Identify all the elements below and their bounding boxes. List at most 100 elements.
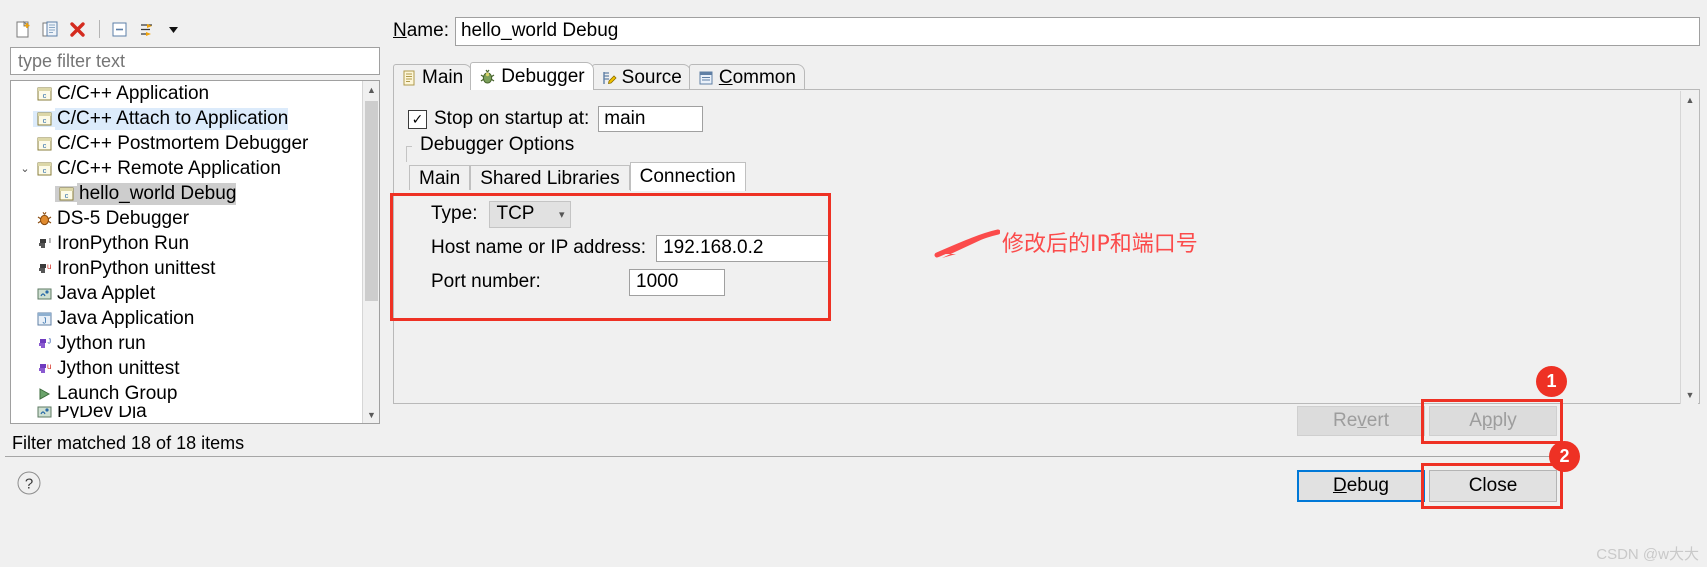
stop-on-startup-input[interactable]: main — [598, 106, 704, 132]
tree-item-ironpython-run[interactable]: I IronPython Run — [11, 231, 363, 256]
annotation-arrow-icon — [934, 229, 1000, 258]
revert-button[interactable]: Revert — [1297, 406, 1425, 436]
tab-main-label: Main — [422, 66, 464, 88]
configuration-name-row: Name: hello_world Debug — [393, 14, 1700, 48]
java-applet-icon — [33, 286, 55, 302]
java-application-icon: J — [33, 311, 55, 327]
inner-tab-main[interactable]: Main — [409, 165, 471, 191]
tree-item-label: C/C++ Attach to Application — [55, 107, 289, 130]
tab-common[interactable]: Common — [688, 64, 805, 90]
svg-text:J: J — [47, 338, 51, 345]
chevron-down-icon: ▾ — [558, 208, 565, 221]
help-icon[interactable]: ? — [16, 470, 42, 496]
python-unittest-icon: u — [33, 261, 55, 277]
tree-item-hello-world-debug[interactable]: c hello_world Debug — [11, 181, 363, 206]
inner-tab-main-label: Main — [419, 167, 461, 189]
svg-text:c: c — [42, 116, 46, 125]
view-menu-chevron-down-icon[interactable] — [161, 17, 185, 41]
tree-item-label: Jython unittest — [57, 357, 180, 379]
debug-button-label: Debug — [1332, 475, 1389, 496]
group-border-vertical — [406, 146, 407, 162]
connection-type-label: Type: — [431, 203, 478, 224]
launch-config-toolbar — [5, 14, 386, 44]
stop-on-startup-label: Stop on startup at: — [434, 108, 590, 129]
debugger-options-group: Debugger Options Main Shared Libraries C… — [406, 134, 1676, 376]
tree-item-label: C/C++ Postmortem Debugger — [57, 132, 309, 154]
filter-text-field[interactable] — [10, 47, 380, 75]
scroll-up-arrow-icon[interactable]: ▲ — [363, 81, 379, 98]
tree-item-c-c-attach-to-application[interactable]: c C/C++ Attach to Application — [11, 106, 363, 131]
svg-text:c: c — [42, 141, 46, 150]
collapse-all-icon[interactable] — [107, 17, 131, 41]
filter-launch-configurations-icon[interactable] — [134, 17, 158, 41]
c-launch-icon: c — [55, 185, 77, 202]
tree-item-ds-5-debugger[interactable]: DS-5 Debugger — [11, 206, 363, 231]
tree-vertical-scrollbar[interactable]: ▲ ▼ — [362, 81, 379, 423]
tree-item-c-c-remote-application[interactable]: ⌄ c C/C++ Remote Application — [11, 156, 363, 181]
tree-item-label: C/C++ Remote Application — [57, 157, 281, 179]
host-input[interactable]: 192.168.0.2 — [656, 234, 832, 262]
tab-source[interactable]: Source — [591, 64, 691, 90]
port-input[interactable]: 1000 — [629, 268, 725, 296]
connection-host-row: Host name or IP address: 192.168.0.2 — [431, 234, 832, 262]
tab-common-label: Common — [718, 66, 796, 88]
scrollbar-thumb[interactable] — [365, 101, 378, 301]
stop-on-startup-checkbox[interactable]: ✓ — [408, 109, 427, 129]
tree-item-launch-group[interactable]: Launch Group — [11, 381, 363, 406]
tree-item-label: hello_world Debug — [77, 182, 237, 205]
page-scroll-up-arrow-icon[interactable]: ▲ — [1681, 91, 1699, 109]
duplicate-launch-configuration-icon[interactable] — [38, 17, 62, 41]
inner-tab-connection[interactable]: Connection — [629, 162, 746, 191]
inner-tab-shared-libraries-label: Shared Libraries — [480, 167, 620, 189]
connection-form: Type: TCP ▾ Host name or IP address: 192… — [409, 190, 839, 308]
tree-item-label: Java Applet — [57, 282, 156, 304]
svg-text:c: c — [42, 91, 46, 100]
tree-item-partial[interactable]: PyDev Dja — [11, 406, 363, 418]
tree-item-jython-unittest[interactable]: u Jython unittest — [11, 356, 363, 381]
tree-item-java-application[interactable]: J Java Application — [11, 306, 363, 331]
tree-item-label: Launch Group — [57, 382, 178, 404]
dialog-separator — [5, 456, 1553, 457]
pydev-icon — [33, 406, 55, 418]
launch-group-icon — [33, 386, 55, 402]
tree-item-jython-run[interactable]: J Jython run — [11, 331, 363, 356]
inner-tab-connection-label: Connection — [639, 166, 736, 187]
launch-configurations-tree[interactable]: c C/C++ Application c C/C++ Attach to Appli… — [10, 80, 380, 424]
ds5-icon — [33, 211, 55, 227]
inner-tab-shared-libraries[interactable]: Shared Libraries — [470, 165, 630, 191]
connection-type-value: TCP — [496, 203, 535, 224]
name-input[interactable]: hello_world Debug — [454, 16, 1700, 46]
apply-highlight-box — [1421, 399, 1563, 444]
scroll-down-arrow-icon[interactable]: ▼ — [363, 406, 379, 423]
connection-type-row: Type: TCP ▾ — [431, 200, 572, 228]
svg-text:c: c — [42, 166, 46, 175]
tree-item-java-applet[interactable]: Java Applet — [11, 281, 363, 306]
tree-item-ironpython-unittest[interactable]: u IronPython unittest — [11, 256, 363, 281]
name-label: Name: — [393, 20, 449, 41]
expand-chevron-icon[interactable]: ⌄ — [17, 162, 33, 175]
tree-item-label: PyDev Dja — [57, 406, 147, 418]
filter-status-label: Filter matched 18 of 18 items — [12, 433, 245, 453]
connection-type-select[interactable]: TCP ▾ — [489, 200, 572, 228]
search-input[interactable] — [11, 48, 379, 74]
page-vertical-scrollbar[interactable]: ▲ ▼ — [1680, 91, 1698, 404]
tab-source-label: Source — [621, 66, 682, 88]
new-launch-configuration-icon[interactable] — [11, 17, 35, 41]
jython-run-icon: J — [33, 336, 55, 352]
tab-debugger[interactable]: Debugger — [470, 62, 594, 90]
svg-text:u: u — [47, 262, 51, 271]
toolbar-separator — [99, 20, 100, 38]
close-highlight-box — [1421, 463, 1563, 509]
tree-item-c-c-application[interactable]: c C/C++ Application — [11, 81, 363, 106]
tree-item-c-c-postmortem-debugger[interactable]: c C/C++ Postmortem Debugger — [11, 131, 363, 156]
host-label: Host name or IP address: — [431, 237, 647, 258]
tree-item-label: Jython run — [57, 332, 146, 354]
tree-item-label: C/C++ Application — [57, 82, 210, 104]
debug-button[interactable]: Debug — [1297, 470, 1425, 502]
c-launch-icon: c — [33, 110, 55, 127]
delete-launch-configuration-icon[interactable] — [65, 17, 89, 41]
page-scroll-down-arrow-icon[interactable]: ▼ — [1681, 386, 1699, 404]
configuration-tabbar: Main Debugger Source Common — [393, 62, 805, 90]
port-label: Port number: — [431, 271, 541, 292]
tab-main[interactable]: Main — [393, 64, 473, 90]
